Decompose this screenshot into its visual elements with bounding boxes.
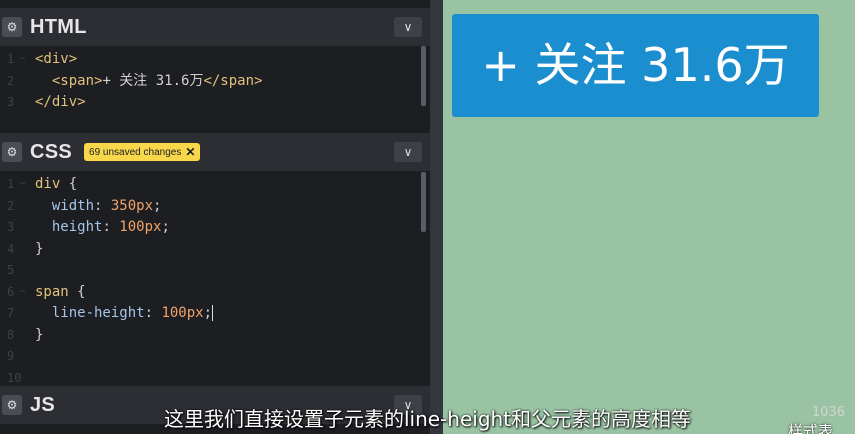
code-text: } [35,325,43,347]
code-line[interactable]: 1− <div> [0,49,430,71]
code-line[interactable]: 9 [0,346,430,368]
code-token: width [51,197,95,214]
code-text: </div> [35,92,86,114]
line-number: 3 [7,95,15,109]
unsaved-changes-label: 69 unsaved changes [89,146,182,158]
code-line[interactable]: 5 [0,260,430,282]
code-token: </div> [35,94,86,110]
css-code-area[interactable]: 1− div {2 width: 350px; 3 height: 100px; 4}… [0,174,430,389]
code-token: </span> [203,72,263,89]
fold-icon[interactable]: − [20,174,25,196]
code-editor: ⚙ HTML ∨ 1− <div> 2 <span>+ 关注 31.6万</span… [0,0,430,434]
code-token: { [60,176,78,192]
code-line[interactable]: 3 </div> [0,92,430,114]
code-text: line-height: 100px; [35,303,214,325]
line-number: 3 [7,220,15,234]
code-token: } [35,326,44,343]
line-number: 6 [7,284,15,299]
chevron-down-icon[interactable]: ∨ [394,142,422,162]
fold-icon[interactable]: − [20,282,25,304]
line-number: 5 [7,263,15,277]
bottom-caption: 样式表 [787,422,833,434]
code-text: width: 350px; [35,196,162,218]
code-text: div { [35,174,77,196]
pane-resize-handle[interactable] [430,0,443,434]
chevron-down-icon[interactable]: ∨ [394,17,422,37]
line-number: 9 [7,349,15,363]
watermark-text: 1036 [811,405,845,420]
html-panel-header[interactable]: ⚙ HTML ∨ [0,8,430,46]
code-token: ; [203,305,213,321]
html-scrollbar[interactable] [421,46,426,106]
css-scrollbar[interactable] [421,172,426,232]
gear-icon[interactable]: ⚙ [2,17,22,37]
code-token: + 关注 31.6万 [102,72,204,89]
code-line[interactable]: 8} [0,325,430,347]
unsaved-changes-badge[interactable]: 69 unsaved changes ✕ [84,143,201,161]
code-line[interactable]: 2 <span>+ 关注 31.6万</span> [0,71,430,93]
code-token: div [35,176,61,192]
code-token: : [102,219,120,235]
code-text: <div> [35,49,77,71]
css-panel-header[interactable]: ⚙ CSS 69 unsaved changes ✕ ∨ [0,133,430,171]
code-text: height: 100px; [35,217,170,239]
code-line[interactable]: 2 width: 350px; [0,196,430,218]
line-number: 4 [7,241,15,256]
code-token: height [51,219,103,235]
code-token: : [94,197,111,214]
code-token: <div> [35,51,78,67]
code-line[interactable]: 6− span { [0,282,430,304]
code-token: { [68,283,86,300]
follow-button[interactable]: + 关注 31.6万 [452,14,819,117]
code-text: <span>+ 关注 31.6万</span> [35,71,263,93]
close-icon[interactable]: ✕ [185,145,195,159]
gear-icon[interactable]: ⚙ [2,142,22,162]
code-token: : [144,305,162,321]
code-token: <span> [51,72,103,89]
line-number: 8 [7,327,15,342]
css-panel-title: CSS [30,140,73,163]
code-line[interactable]: 7 line-height: 100px; [0,303,430,325]
code-token: span [35,283,69,300]
code-token: 100px [119,219,162,235]
line-number: 7 [7,306,15,320]
line-number: 2 [7,73,15,88]
code-text: span { [35,282,86,304]
code-line[interactable]: 3 height: 100px; [0,217,430,239]
video-subtitle: 这里我们直接设置子元素的line-height和父元素的高度相等 [163,407,692,431]
code-text: } [35,239,43,261]
code-token: ; [153,197,162,214]
code-token: 350px [110,197,154,214]
code-token: } [35,240,44,257]
fold-icon[interactable]: − [20,49,25,71]
code-token: ; [161,219,170,235]
code-line[interactable]: 1− div { [0,174,430,196]
html-code-area[interactable]: 1− <div> 2 <span>+ 关注 31.6万</span> 3 </div> [0,49,430,114]
line-number: 1 [7,52,15,66]
code-token: 100px [161,305,204,321]
code-line[interactable]: 4} [0,239,430,261]
text-cursor [212,305,214,321]
code-token: line-height [51,305,145,321]
line-number: 2 [7,198,15,213]
html-panel-title: HTML [30,15,87,38]
line-number: 1 [7,177,15,191]
